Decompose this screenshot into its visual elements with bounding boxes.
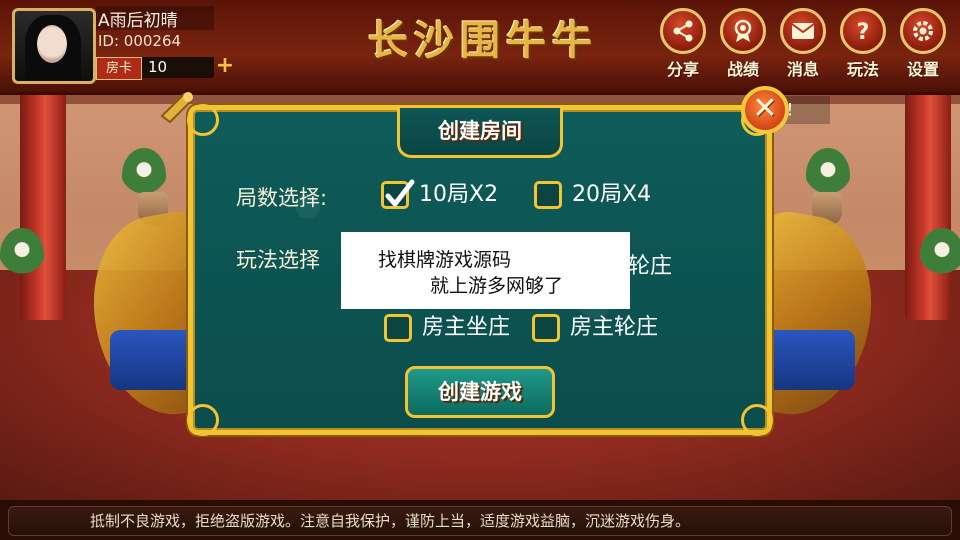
settings-button[interactable]: 设置 — [898, 8, 948, 80]
svg-text:?: ? — [857, 20, 870, 43]
rounds-option-label: 10局X2 — [419, 182, 499, 207]
dialog-corner-ornament — [187, 404, 219, 436]
avatar-face — [37, 25, 67, 63]
room-card-count: 10 — [142, 57, 214, 78]
mode-option-host-rotate[interactable]: 房主轮庄 — [532, 314, 682, 346]
checkbox-unchecked[interactable] — [534, 181, 562, 209]
ad-overlay-line-1: 找棋牌游戏源码 — [378, 249, 512, 271]
game-logo: 长沙围牛牛 — [368, 17, 598, 64]
checkbox-unchecked[interactable] — [384, 314, 412, 342]
rounds-option-20[interactable]: 20局X4 — [534, 181, 684, 213]
rules-label: 玩法 — [846, 60, 879, 79]
mode-option-label: 房主坐庄 — [422, 315, 511, 340]
add-room-card-button[interactable]: + — [214, 55, 236, 78]
avatar[interactable] — [12, 8, 96, 84]
close-icon: ✕ — [752, 91, 778, 126]
footer-notice: 抵制不良游戏，拒绝盗版游戏。注意自我保护，谨防上当，适度游戏益脑，沉迷游戏伤身。 — [90, 512, 691, 530]
dialog-corner-ornament — [741, 404, 773, 436]
plant-decoration — [920, 228, 960, 282]
rounds-option-label: 20局X4 — [572, 182, 652, 207]
share-label: 分享 — [666, 60, 699, 79]
checkbox-unchecked[interactable] — [532, 314, 560, 342]
ad-overlay-line-2: 就上游多网够了 — [430, 275, 564, 297]
settings-label: 设置 — [906, 60, 939, 79]
dialog-corner-ornament — [187, 104, 219, 136]
rounds-label: 局数选择: — [236, 186, 328, 210]
records-button[interactable]: 战绩 — [718, 8, 768, 80]
mode-option-partial-label: 轮庄 — [628, 254, 673, 279]
create-game-button[interactable]: 创建游戏 — [405, 366, 555, 418]
room-card-label: 房卡 — [96, 57, 142, 80]
question-icon: ? — [840, 8, 886, 54]
gear-icon — [900, 8, 946, 54]
dialog-title: 创建房间 — [397, 108, 563, 158]
close-button[interactable]: ✕ — [741, 86, 789, 134]
messages-button[interactable]: 消息 — [778, 8, 828, 80]
share-icon — [660, 8, 706, 54]
medal-icon — [720, 8, 766, 54]
rules-button[interactable]: ? 玩法 — [838, 8, 888, 80]
share-button[interactable]: 分享 — [658, 8, 708, 80]
player-name: A雨后初晴 — [98, 11, 178, 31]
messages-label: 消息 — [786, 60, 819, 79]
rounds-option-10[interactable]: 10局X2 — [381, 179, 531, 213]
checkbox-checked[interactable] — [381, 179, 415, 209]
mail-icon — [780, 8, 826, 54]
mode-option-label: 房主轮庄 — [570, 315, 659, 340]
plant-decoration — [0, 228, 44, 282]
player-id: ID: 000264 — [98, 32, 182, 50]
records-label: 战绩 — [726, 60, 759, 79]
mode-label: 玩法选择 — [236, 248, 320, 272]
checkmark-icon — [385, 179, 415, 207]
mode-option-host-banker[interactable]: 房主坐庄 — [384, 314, 534, 346]
left-pillar — [20, 90, 66, 320]
right-pillar — [905, 90, 951, 320]
